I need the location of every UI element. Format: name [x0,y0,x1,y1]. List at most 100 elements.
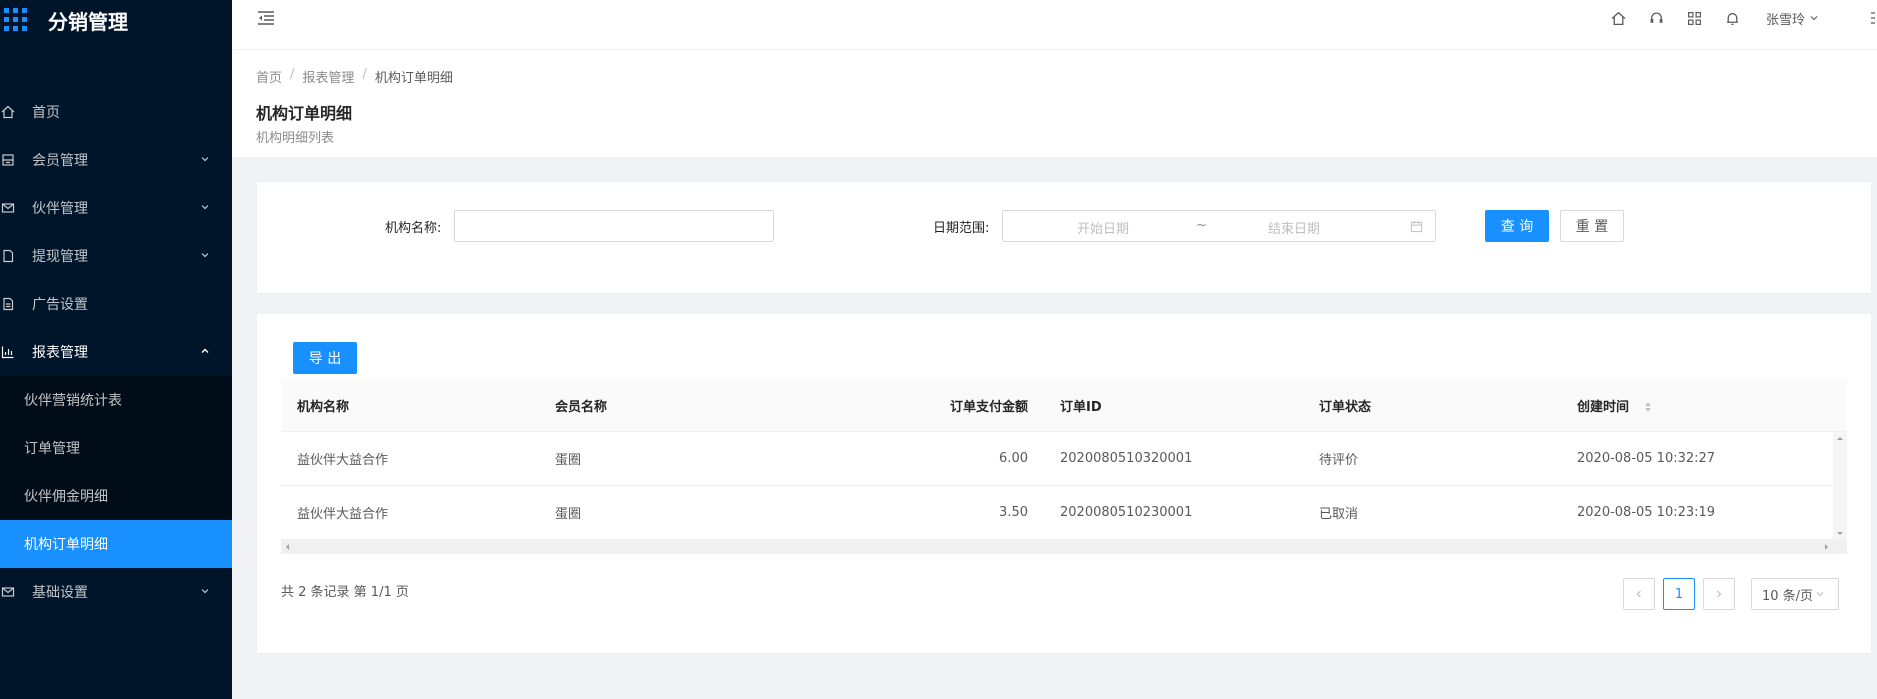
scroll-right-icon[interactable] [1819,540,1833,554]
column-header: 订单ID [1060,399,1102,415]
page-size-select[interactable]: 10 条/页 [1751,578,1839,610]
chevron-right-icon [1717,590,1722,598]
mail-icon [0,200,16,216]
sidebar-item-partners[interactable]: 伙伴管理 [0,184,232,232]
table-row[interactable]: 益伙伴大益合作 蛋圈 6.00 2020080510320001 待评价 202… [281,432,1847,486]
page-title: 机构订单明细 [256,104,353,123]
sortable-column-header[interactable]: 创建时间 [1561,396,1829,415]
table-cell: 益伙伴大益合作 [297,453,389,468]
sidebar-item-label: 伙伴管理 [32,201,88,217]
user-menu[interactable]: 张雪玲 [1766,9,1819,28]
calendar-icon [1410,220,1423,233]
table-cell: 2020-08-05 10:23:19 [1577,505,1716,520]
sidebar-item-ads[interactable]: 广告设置 [0,280,232,328]
sidebar-item-basic-settings[interactable]: 基础设置 [0,568,232,616]
more-vertical-icon[interactable] [1869,10,1877,26]
sidebar-item-partner-marketing-stats[interactable]: 伙伴营销统计表 [0,376,232,424]
bar-chart-icon [0,344,16,360]
breadcrumb: 首页 / 报表管理 / 机构订单明细 [256,67,1853,86]
top-header: 张雪玲 [232,0,1877,50]
chevron-left-icon [1636,590,1641,598]
result-card: 导 出 机构名称 会员名称 订单支付金额 订单ID 订单状态 创建时间 益伙伴大… [256,313,1872,654]
scroll-down-icon[interactable] [1833,526,1847,540]
column-header: 会员名称 [555,399,608,415]
home-icon [0,104,16,120]
table-cell: 益伙伴大益合作 [297,507,389,522]
page-size-value: 10 条/页 [1762,588,1814,604]
sidebar-item-order-management[interactable]: 订单管理 [0,424,232,472]
table-cell: 蛋圈 [555,507,582,522]
sidebar-menu: 首页 会员管理 伙伴管理 提现管理 广告设置 报表管理 伙伴营销统计表 订单管理… [0,88,232,616]
page-subtitle: 机构明细列表 [256,131,335,146]
end-date-input[interactable]: 结束日期 [1268,218,1320,237]
table-cell: 已取消 [1319,507,1359,522]
chevron-up-icon [201,348,209,353]
breadcrumb-home[interactable]: 首页 [256,67,282,86]
sort-icon[interactable] [1644,401,1652,413]
user-name: 张雪玲 [1765,12,1805,28]
sidebar-item-label: 报表管理 [32,345,88,361]
scroll-up-icon[interactable] [1833,432,1847,446]
table-cell: 待评价 [1319,453,1359,468]
headset-icon[interactable] [1649,10,1665,26]
page-1-button[interactable]: 1 [1663,578,1695,610]
sidebar-item-label: 会员管理 [32,153,88,169]
sidebar-item-org-order-detail[interactable]: 机构订单明细 [0,520,232,568]
export-button[interactable]: 导 出 [293,342,357,374]
table-row[interactable]: 益伙伴大益合作 蛋圈 3.50 2020080510230001 已取消 202… [281,486,1847,540]
page-header: 首页 / 报表管理 / 机构订单明细 机构订单明细 机构明细列表 [232,50,1877,157]
header-actions: 张雪玲 [1600,0,1877,36]
mail-icon [0,584,16,600]
reports-submenu: 伙伴营销统计表 订单管理 伙伴佣金明细 机构订单明细 [0,376,232,568]
column-header: 订单状态 [1319,399,1372,415]
app-title: 分销管理 [48,9,128,34]
breadcrumb-separator: / [362,67,367,82]
table-cell: 蛋圈 [555,453,582,468]
horizontal-scrollbar[interactable] [281,540,1847,554]
table-cell: 2020-08-05 10:32:27 [1577,451,1716,466]
chevron-down-icon [1810,16,1818,21]
sidebar-item-label: 首页 [32,105,60,121]
breadcrumb-section[interactable]: 报表管理 [302,67,354,86]
breadcrumb-separator: / [290,67,295,82]
vertical-scrollbar[interactable] [1833,432,1847,540]
query-button[interactable]: 查 询 [1485,210,1549,242]
sidebar-item-label: 广告设置 [32,297,88,313]
file-icon [0,248,16,264]
sidebar-item-home[interactable]: 首页 [0,88,232,136]
home-icon[interactable] [1611,10,1627,26]
member-icon [0,152,16,168]
order-table: 机构名称 会员名称 订单支付金额 订单ID 订单状态 创建时间 益伙伴大益合作 … [281,379,1847,554]
appstore-icon[interactable] [1687,10,1703,26]
sidebar-item-label: 订单管理 [24,441,80,457]
date-range-label: 日期范围: [933,221,990,236]
sidebar-item-label: 基础设置 [32,585,88,601]
sidebar-item-members[interactable]: 会员管理 [0,136,232,184]
org-name-input[interactable] [454,210,774,242]
sidebar-item-partner-commission[interactable]: 伙伴佣金明细 [0,472,232,520]
apps-grid-icon [4,8,28,32]
sidebar-item-label: 提现管理 [32,249,88,265]
reset-button[interactable]: 重 置 [1560,210,1624,242]
column-header-label: 创建时间 [1577,399,1630,415]
sidebar-item-withdraw[interactable]: 提现管理 [0,232,232,280]
next-page-button[interactable] [1703,578,1735,610]
sidebar-item-reports[interactable]: 报表管理 [0,328,232,376]
menu-fold-icon[interactable] [256,8,276,28]
org-name-label: 机构名称: [385,221,442,236]
bell-icon[interactable] [1725,10,1741,26]
search-form: 机构名称: 日期范围: 开始日期 ~ 结束日期 查 询 重 置 [256,181,1872,294]
date-range-picker[interactable]: 开始日期 ~ 结束日期 [1002,210,1436,242]
chevron-down-icon [1816,592,1824,597]
column-header: 订单支付金额 [949,399,1028,415]
sidebar-item-label: 伙伴佣金明细 [24,489,108,505]
column-header: 机构名称 [297,399,350,415]
chevron-down-icon [201,205,209,210]
file-text-icon [0,296,16,312]
logo[interactable]: 分销管理 [0,0,232,40]
start-date-input[interactable]: 开始日期 [1077,218,1129,237]
scroll-left-icon[interactable] [281,540,295,554]
breadcrumb-current: 机构订单明细 [374,71,453,86]
table-cell: 2020080510320001 [1060,451,1193,466]
prev-page-button[interactable] [1623,578,1655,610]
